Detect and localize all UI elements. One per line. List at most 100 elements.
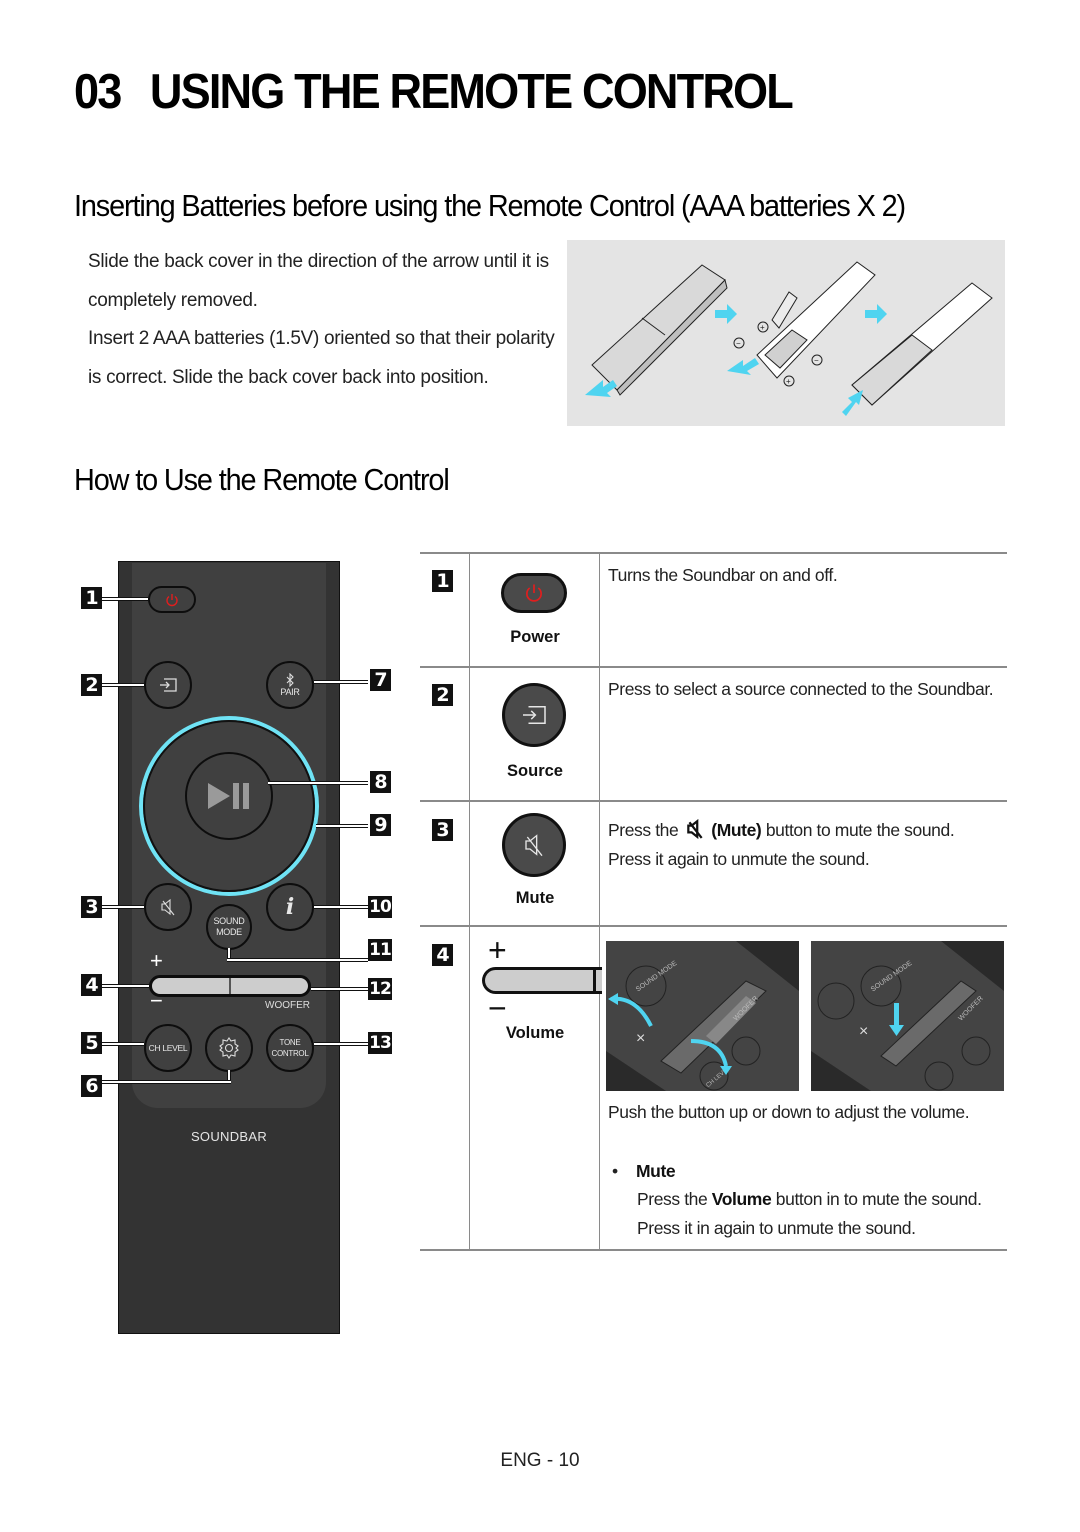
callout-leader xyxy=(102,905,144,909)
battery-section-title: Inserting Batteries before using the Rem… xyxy=(74,188,906,223)
volume-rocker-edge xyxy=(593,969,596,993)
svg-text:+: + xyxy=(760,323,765,332)
volume-press-photo-art: SOUND MODE WOOFER × xyxy=(811,941,1004,1091)
remote-brand-label: SOUNDBAR xyxy=(190,1129,268,1144)
description-bold: (Mute) xyxy=(711,820,762,840)
volume-push-photo-art: SOUND MODE WOOFER CH LEVEL × xyxy=(606,941,799,1091)
chapter-title: USING THE REMOTE CONTROL xyxy=(149,65,794,119)
callout-leader xyxy=(311,987,368,991)
callout-3: 3 xyxy=(81,896,102,918)
callout-leader xyxy=(314,680,368,684)
svg-text:×: × xyxy=(636,1030,645,1047)
callout-13: 13 xyxy=(368,1032,392,1054)
bullet-title: Mute xyxy=(636,1161,676,1181)
power-icon xyxy=(166,593,178,606)
callout-7: 7 xyxy=(370,669,391,691)
remote-ch-level-button[interactable]: CH LEVEL xyxy=(144,1024,192,1072)
arrow-out-icon xyxy=(585,380,617,397)
pair-label: PAIR xyxy=(280,686,300,697)
remote-volume-woofer-rocker[interactable] xyxy=(149,975,311,997)
callout-8: 8 xyxy=(370,771,391,793)
mute-bullet: • Mute xyxy=(612,1157,1007,1186)
ch-level-label: CH LEVEL xyxy=(148,1042,188,1053)
mute-bullet-text: Press the Volume button in to mute the s… xyxy=(637,1185,1007,1242)
tone-label-line1: TONE xyxy=(279,1038,301,1047)
source-button-illustration xyxy=(502,683,566,747)
callout-11: 11 xyxy=(368,939,392,961)
volume-minus-label: − xyxy=(488,990,507,1026)
chapter-number: 03 xyxy=(74,65,122,119)
tone-control-label: TONE CONTROL xyxy=(271,1037,308,1059)
callout-leader xyxy=(102,984,149,988)
bullet-text: Press the xyxy=(637,1189,708,1209)
row-number: 1 xyxy=(432,570,453,592)
table-border xyxy=(420,552,1007,554)
bullet-bold: Volume xyxy=(711,1189,772,1209)
info-icon: i xyxy=(285,894,295,920)
sound-mode-label-line2: MODE xyxy=(216,927,242,937)
chapter-heading: 03 USING THE REMOTE CONTROL xyxy=(74,64,794,120)
remote-cover-replaced-step3 xyxy=(851,282,993,406)
callout-leader xyxy=(102,1080,231,1084)
arrow-right-icon xyxy=(715,304,737,324)
callout-6: 6 xyxy=(81,1075,102,1097)
button-name: Mute xyxy=(515,889,555,907)
instruction-paragraph: Insert 2 AAA batteries (1.5V) oriented s… xyxy=(88,328,555,388)
mute-button-illustration xyxy=(502,813,566,877)
callout-leader xyxy=(316,824,368,828)
page-number: ENG - 10 xyxy=(500,1450,580,1471)
callout-10: 10 xyxy=(368,896,392,918)
instruction-paragraph: Slide the back cover in the direction of… xyxy=(88,251,549,311)
remote-back-cover-step1 xyxy=(591,264,728,396)
tone-label-line2: CONTROL xyxy=(271,1049,309,1058)
arrow-press-icon xyxy=(894,1003,899,1027)
mute-icon xyxy=(687,818,703,840)
remote-settings-button[interactable] xyxy=(205,1024,253,1072)
description-text: button to mute the sound. xyxy=(765,820,955,840)
callout-4: 4 xyxy=(81,974,102,996)
callout-1: 1 xyxy=(81,587,102,609)
callout-leader xyxy=(314,1042,368,1046)
remote-tone-control-button[interactable]: TONE CONTROL xyxy=(266,1024,314,1072)
table-border xyxy=(420,800,1007,802)
description-text: Press it again to unmute the sound. xyxy=(608,848,870,869)
usage-section-title: How to Use the Remote Control xyxy=(74,462,450,497)
row-number: 3 xyxy=(432,819,453,841)
remote-info-button[interactable]: i xyxy=(266,883,314,931)
callout-leader xyxy=(102,683,144,687)
callout-leader xyxy=(102,597,148,601)
volume-push-up-down-photo: SOUND MODE WOOFER CH LEVEL × xyxy=(606,941,799,1091)
remote-source-button[interactable] xyxy=(144,661,192,709)
remote-sound-mode-button[interactable]: SOUND MODE xyxy=(206,904,252,950)
remote-pair-button[interactable]: PAIR xyxy=(266,661,314,709)
remote-play-pause-button[interactable] xyxy=(185,752,273,840)
row-description: Push the button up or down to adjust the… xyxy=(608,1102,970,1122)
play-pause-icon xyxy=(208,783,249,809)
button-name: Volume xyxy=(505,1024,565,1042)
remote-battery-compartment-step2: + − − + xyxy=(733,261,876,387)
svg-text:+: + xyxy=(786,377,791,386)
battery-steps-illustration: + − − + xyxy=(585,261,993,416)
sound-mode-label-line1: SOUND xyxy=(213,916,245,926)
remote-mute-button[interactable] xyxy=(144,883,192,931)
button-name: Source xyxy=(507,762,563,780)
row-description: Press to select a source connected to th… xyxy=(608,679,994,699)
remote-power-button[interactable] xyxy=(148,586,196,613)
power-icon xyxy=(526,584,542,602)
table-border xyxy=(420,925,1007,927)
volume-press-in-photo: SOUND MODE WOOFER × xyxy=(811,941,1004,1091)
callout-5: 5 xyxy=(81,1032,102,1054)
arrow-in-icon xyxy=(842,390,863,416)
woofer-label: WOOFER xyxy=(265,1000,310,1011)
row-number: 2 xyxy=(432,684,453,706)
svg-text:−: − xyxy=(736,339,741,348)
gear-icon xyxy=(219,1037,239,1059)
battery-insertion-figure: + − − + xyxy=(567,240,1005,426)
volume-minus-label: − xyxy=(150,988,163,1013)
button-name: Power xyxy=(510,628,560,646)
arrow-out-icon xyxy=(727,358,759,375)
source-icon xyxy=(523,705,546,725)
volume-plus-label: + xyxy=(488,932,507,968)
mute-icon xyxy=(525,834,543,857)
bluetooth-icon xyxy=(286,672,294,687)
